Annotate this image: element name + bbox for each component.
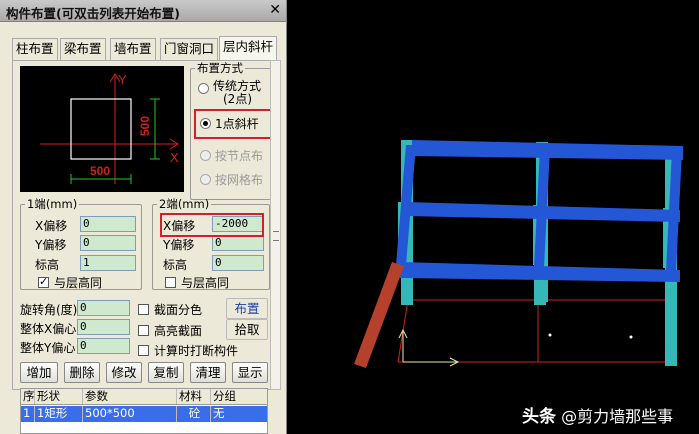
preview-axis-x: X xyxy=(170,150,179,165)
break-in-calc-checkbox[interactable]: 计算时打断构件 xyxy=(138,342,238,359)
table-cell: 砼 xyxy=(177,406,211,422)
floor-grid-lines xyxy=(397,271,669,363)
break-in-calc-label: 计算时打断构件 xyxy=(154,344,239,358)
end2-elevation-input[interactable]: 0 xyxy=(212,255,264,271)
section-table: 序 形状 参数 材料 分组 1 1矩形 500*500 砼 无 xyxy=(20,388,268,434)
watermark: 头条 @剪力墙那些事 xyxy=(522,402,673,427)
radio-by-node[interactable]: 按节点布 xyxy=(200,147,263,164)
panel-scrollbar[interactable] xyxy=(270,60,281,390)
highlight-section-label: 高亮截面 xyxy=(154,324,203,338)
checkbox-box xyxy=(138,345,149,356)
tab-door-window[interactable]: 门窗洞口 xyxy=(160,38,219,60)
radio-traditional-label: 传统方式 xyxy=(213,79,262,93)
table-header-cell[interactable]: 材料 xyxy=(177,389,211,404)
table-cell: 1 xyxy=(21,406,35,422)
rotation-input[interactable]: 0 xyxy=(77,300,130,316)
tab-wall[interactable]: 墙布置 xyxy=(110,38,156,60)
end1-x-label: X偏移 xyxy=(35,219,68,233)
table-cell: 无 xyxy=(213,406,225,420)
layout-button[interactable]: 布置 xyxy=(226,298,268,319)
preview-height-dim: 500 xyxy=(138,116,152,136)
end2-elev-label: 标高 xyxy=(163,258,188,272)
end2-legend: 2端(mm) xyxy=(159,197,210,211)
tab-bar: 柱布置 梁布置 墙布置 门窗洞口 层内斜杆 xyxy=(12,36,278,60)
table-row[interactable]: 1 1矩形 500*500 砼 无 xyxy=(21,406,267,422)
panel-title: 构件布置(可双击列表开始布置) xyxy=(6,6,180,21)
copy-button[interactable]: 复制 xyxy=(148,362,184,383)
ucs-axis-icon xyxy=(398,328,460,367)
add-button[interactable]: 增加 xyxy=(20,362,58,383)
x-eccentric-label: 整体X偏心 xyxy=(20,322,77,336)
table-cell: 1矩形 xyxy=(35,406,83,422)
table-cell: 500*500 xyxy=(83,406,177,422)
end2-same-floor-label: 与层高同 xyxy=(181,276,230,290)
end1-same-floor-checkbox[interactable]: 与层高同 xyxy=(38,274,102,291)
end2-y-label: Y偏移 xyxy=(163,238,195,252)
end2-same-floor-checkbox[interactable]: 与层高同 xyxy=(165,274,229,291)
clear-button[interactable]: 清理 xyxy=(190,362,226,383)
delete-button[interactable]: 删除 xyxy=(64,362,100,383)
y-eccentric-input[interactable]: 0 xyxy=(77,338,130,354)
layout-panel: 构件布置(可双击列表开始布置) ✕ 柱布置 梁布置 墙布置 门窗洞口 层内斜杆 … xyxy=(0,0,287,434)
highlight-one-point-brace xyxy=(194,109,276,139)
close-icon[interactable]: ✕ xyxy=(269,2,281,18)
checkbox-box xyxy=(138,325,149,336)
beams xyxy=(396,140,683,282)
radio-traditional-sub: (2点) xyxy=(223,92,252,106)
rotation-label: 旋转角(度) xyxy=(20,303,78,317)
pick-button[interactable]: 拾取 xyxy=(226,319,268,340)
y-eccentric-label: 整体Y偏心 xyxy=(20,341,76,355)
checkbox-box-checked xyxy=(38,275,49,288)
section-color-checkbox[interactable]: 截面分色 xyxy=(138,301,202,318)
model-viewport[interactable] xyxy=(288,0,699,434)
end1-legend: 1端(mm) xyxy=(27,197,78,211)
table-header-cell[interactable]: 形状 xyxy=(35,389,83,404)
checkbox-box xyxy=(138,304,149,315)
preview-axis-y: Y xyxy=(118,72,127,87)
radio-traditional[interactable]: 传统方式 (2点) xyxy=(198,80,261,106)
preview-width-dim: 500 xyxy=(90,164,110,178)
section-preview: Y X 500 500 xyxy=(20,66,184,192)
scrollbar-grip[interactable] xyxy=(273,231,279,241)
end1-elev-label: 标高 xyxy=(35,258,60,272)
radio-by-grid[interactable]: 按网格布 xyxy=(200,171,263,188)
radio-by-node-label: 按节点布 xyxy=(215,149,264,163)
end1-y-label: Y偏移 xyxy=(35,238,67,252)
end1-x-offset-input[interactable]: 0 xyxy=(80,216,136,232)
watermark-prefix: 头条 xyxy=(522,407,556,427)
radio-dot xyxy=(200,150,211,161)
radio-dot xyxy=(198,83,209,94)
highlight-end2-x-offset xyxy=(160,213,264,237)
tab-column[interactable]: 柱布置 xyxy=(12,38,58,60)
model-3d-view[interactable] xyxy=(288,0,699,434)
section-color-label: 截面分色 xyxy=(154,303,203,317)
highlight-section-checkbox[interactable]: 高亮截面 xyxy=(138,322,202,339)
end2-y-offset-input[interactable]: 0 xyxy=(212,235,264,251)
diagonal-brace[interactable] xyxy=(354,262,404,368)
show-button[interactable]: 显示 xyxy=(232,362,268,383)
radio-dot xyxy=(200,174,211,185)
checkbox-box xyxy=(165,277,176,288)
table-header-cell[interactable]: 参数 xyxy=(83,389,177,404)
table-header-row: 序 形状 参数 材料 分组 xyxy=(21,389,267,405)
table-header-cell[interactable]: 序 xyxy=(21,389,35,404)
watermark-text: @剪力墙那些事 xyxy=(561,407,674,426)
end1-same-floor-label: 与层高同 xyxy=(54,276,103,290)
tab-beam[interactable]: 梁布置 xyxy=(60,38,106,60)
section-preview-drawing: Y X 500 500 xyxy=(40,72,179,184)
node-marker xyxy=(629,335,633,339)
radio-by-grid-label: 按网格布 xyxy=(215,173,264,187)
tab-brace[interactable]: 层内斜杆 xyxy=(219,36,278,60)
modify-button[interactable]: 修改 xyxy=(106,362,142,383)
panel-titlebar[interactable]: 构件布置(可双击列表开始布置) ✕ xyxy=(0,0,286,22)
end1-y-offset-input[interactable]: 0 xyxy=(80,235,136,251)
end1-elevation-input[interactable]: 1 xyxy=(80,255,136,271)
table-header-cell[interactable]: 分组 xyxy=(211,389,267,404)
layout-mode-legend: 布置方式 xyxy=(197,61,243,75)
x-eccentric-input[interactable]: 0 xyxy=(77,319,130,335)
node-marker xyxy=(548,333,552,337)
